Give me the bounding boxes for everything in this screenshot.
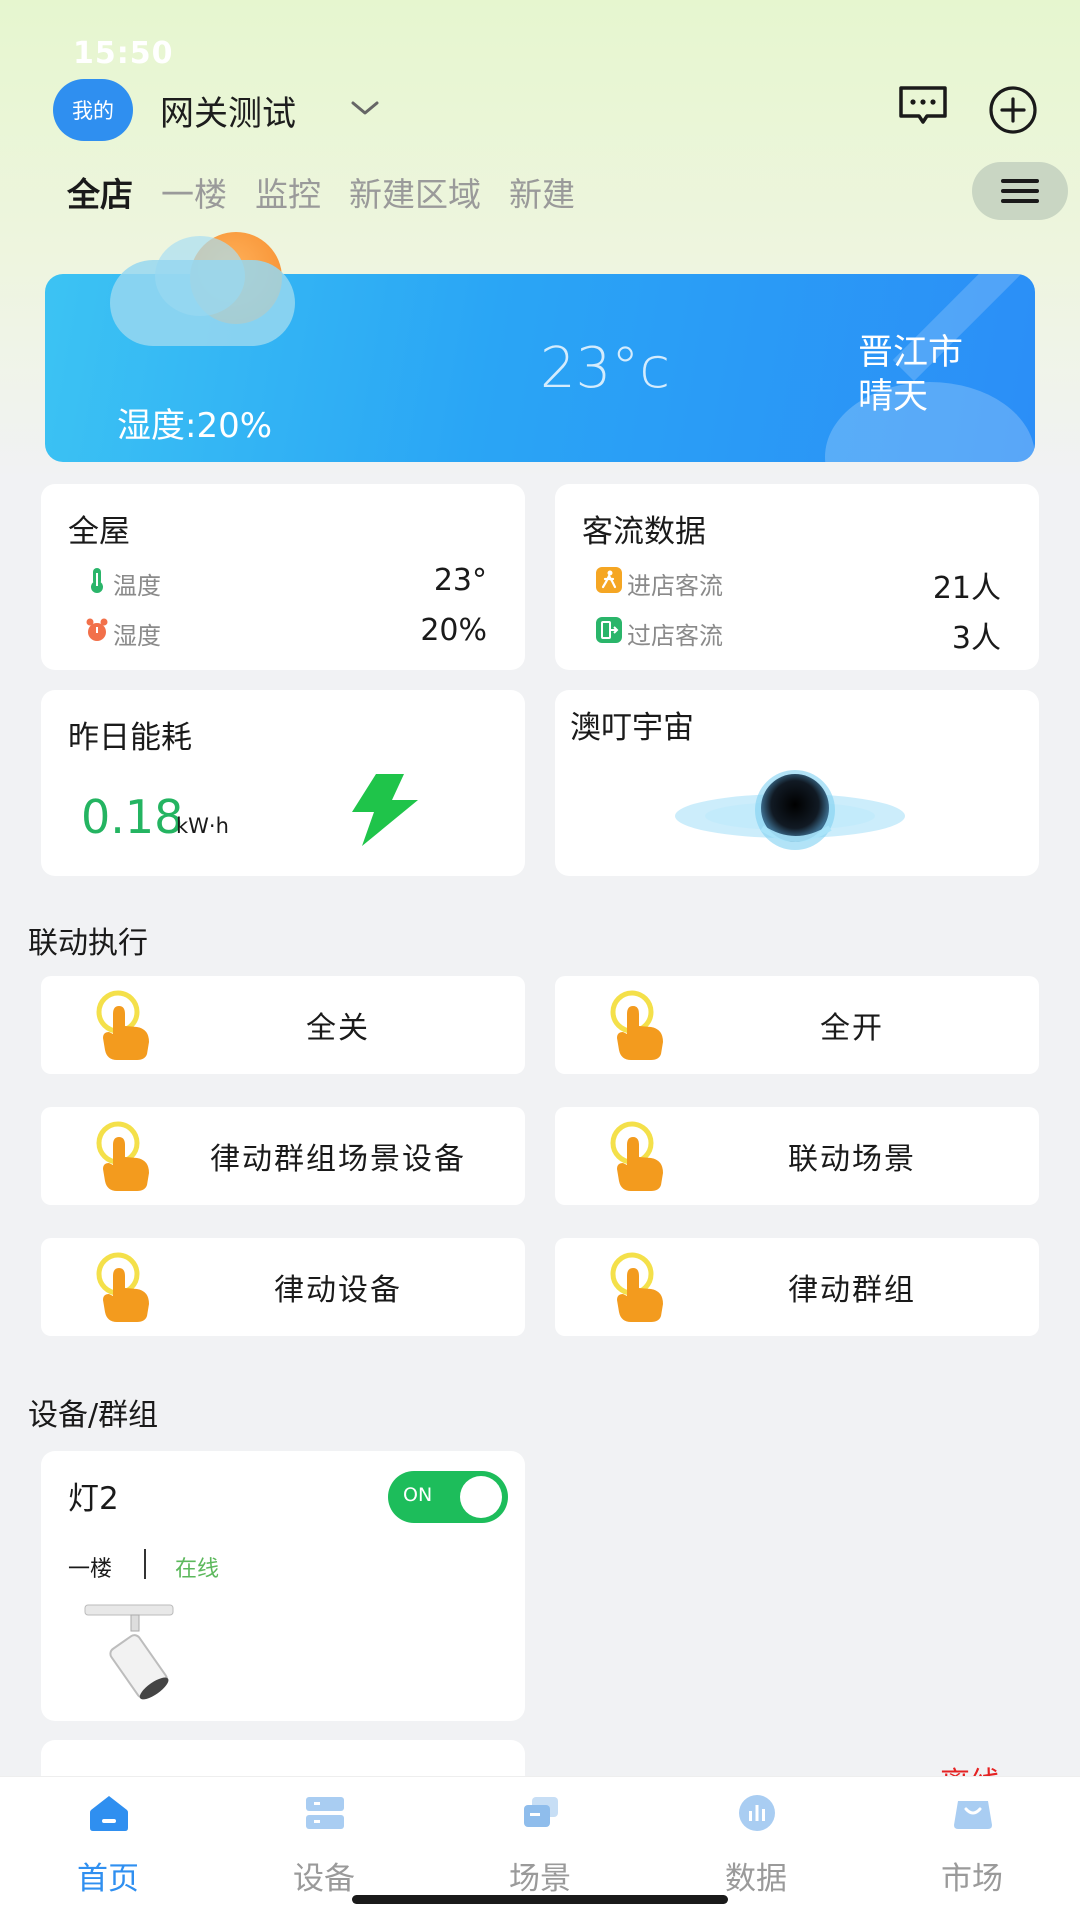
tab-all-store[interactable]: 全店 bbox=[67, 168, 133, 216]
energy-card[interactable]: 昨日能耗 0.18 kW·h bbox=[41, 690, 525, 876]
humidity-label: 湿度 bbox=[113, 622, 161, 650]
tap-hand-icon bbox=[96, 990, 149, 1060]
tap-hand-icon bbox=[610, 990, 663, 1060]
nav-label: 首页 bbox=[77, 1861, 139, 1897]
action-label: 联动场景 bbox=[788, 1142, 916, 1177]
action-all-off-button[interactable]: 全关 bbox=[41, 976, 525, 1074]
device-area: 一楼 bbox=[68, 1557, 113, 1582]
energy-title: 昨日能耗 bbox=[68, 720, 192, 756]
traffic-card[interactable]: 客流数据 进店客流 21人 过店客流 3人 bbox=[555, 484, 1039, 670]
message-icon[interactable] bbox=[897, 84, 949, 128]
device-card[interactable]: 灯2 ON 一楼 在线 bbox=[41, 1451, 525, 1721]
tap-hand-icon bbox=[96, 1252, 149, 1322]
nav-label: 市场 bbox=[941, 1861, 1003, 1897]
nav-label: 设备 bbox=[293, 1861, 355, 1897]
status-time: 15:50 bbox=[73, 36, 174, 71]
humidity-value: 20% bbox=[420, 613, 487, 648]
energy-value: 0.18 bbox=[81, 790, 184, 844]
nav-home[interactable]: 首页 bbox=[0, 1777, 216, 1920]
menu-icon bbox=[1001, 179, 1039, 203]
toggle-knob bbox=[460, 1476, 502, 1518]
tab-new[interactable]: 新建 bbox=[509, 168, 575, 216]
divider bbox=[144, 1549, 146, 1579]
app-screen: 15:50 我的 网关测试 全店 一楼 监控 新建区域 新建 湿度:20% 23… bbox=[0, 0, 1080, 1920]
traffic-pass-label: 过店客流 bbox=[627, 622, 723, 650]
linkage-section-title: 联动执行 bbox=[28, 926, 148, 961]
area-menu-button[interactable] bbox=[972, 162, 1068, 220]
thermometer-icon bbox=[91, 568, 103, 593]
device-power-toggle[interactable]: ON bbox=[388, 1471, 508, 1523]
toggle-state-label: ON bbox=[403, 1484, 433, 1506]
traffic-title: 客流数据 bbox=[582, 514, 706, 550]
tap-hand-icon bbox=[610, 1252, 663, 1322]
chevron-down-icon[interactable] bbox=[348, 96, 382, 120]
cloud-icon bbox=[110, 260, 295, 346]
action-rhythm-device-button[interactable]: 律动设备 bbox=[41, 1238, 525, 1336]
my-profile-button[interactable]: 我的 bbox=[53, 79, 133, 141]
device-name: 灯2 bbox=[68, 1481, 119, 1517]
action-label: 律动群组场景设备 bbox=[210, 1142, 466, 1177]
action-linkage-scene-button[interactable]: 联动场景 bbox=[555, 1107, 1039, 1205]
device-status: 在线 bbox=[175, 1557, 220, 1582]
action-rhythm-group-button[interactable]: 律动群组 bbox=[555, 1238, 1039, 1336]
traffic-in-value: 21人 bbox=[932, 571, 1001, 606]
add-icon[interactable] bbox=[988, 85, 1038, 135]
traffic-pass-value: 3人 bbox=[951, 621, 1001, 656]
devices-section-title: 设备/群组 bbox=[28, 1398, 159, 1433]
weather-humidity: 湿度:20% bbox=[117, 406, 273, 446]
walk-in-icon bbox=[596, 567, 622, 593]
lightning-icon bbox=[352, 774, 418, 846]
weather-glow-decoration bbox=[825, 382, 1035, 462]
tap-hand-icon bbox=[610, 1121, 663, 1191]
home-icon bbox=[90, 1796, 128, 1831]
universe-card[interactable]: 澳叮宇宙 bbox=[555, 690, 1039, 876]
energy-unit: kW·h bbox=[176, 814, 229, 838]
tab-first-floor[interactable]: 一楼 bbox=[161, 168, 227, 216]
tap-hand-icon bbox=[96, 1121, 149, 1191]
temp-label: 温度 bbox=[113, 572, 161, 600]
data-icon bbox=[739, 1795, 775, 1831]
weather-temperature: 23°c bbox=[540, 336, 671, 401]
tab-new-area[interactable]: 新建区域 bbox=[349, 168, 481, 216]
action-label: 律动设备 bbox=[274, 1273, 402, 1308]
action-label: 全关 bbox=[306, 1011, 370, 1046]
pass-by-icon bbox=[596, 617, 622, 643]
device-icon bbox=[306, 1797, 344, 1829]
area-tabs: 全店 一楼 监控 新建区域 新建 bbox=[67, 168, 575, 216]
action-rhythm-group-scene-device-button[interactable]: 律动群组场景设备 bbox=[41, 1107, 525, 1205]
nav-market[interactable]: 市场 bbox=[864, 1777, 1080, 1920]
track-light-image bbox=[84, 1604, 174, 1700]
nav-label: 场景 bbox=[509, 1861, 571, 1897]
action-all-on-button[interactable]: 全开 bbox=[555, 976, 1039, 1074]
humidity-icon bbox=[86, 618, 108, 641]
universe-title: 澳叮宇宙 bbox=[570, 710, 694, 746]
nav-label: 数据 bbox=[725, 1861, 787, 1897]
home-indicator bbox=[352, 1895, 728, 1904]
scene-icon bbox=[524, 1797, 558, 1827]
whole-house-title: 全屋 bbox=[68, 514, 130, 550]
action-label: 全开 bbox=[820, 1011, 884, 1046]
action-label: 律动群组 bbox=[788, 1273, 916, 1308]
market-icon bbox=[954, 1801, 992, 1829]
home-selector-label[interactable]: 网关测试 bbox=[160, 86, 296, 135]
weather-condition: 晴天 bbox=[858, 377, 929, 417]
temp-value: 23° bbox=[433, 563, 487, 598]
whole-house-card[interactable]: 全屋 温度 23° 湿度 20% bbox=[41, 484, 525, 670]
traffic-in-label: 进店客流 bbox=[627, 572, 723, 600]
tab-monitor[interactable]: 监控 bbox=[255, 168, 321, 216]
black-hole-icon bbox=[675, 770, 905, 850]
